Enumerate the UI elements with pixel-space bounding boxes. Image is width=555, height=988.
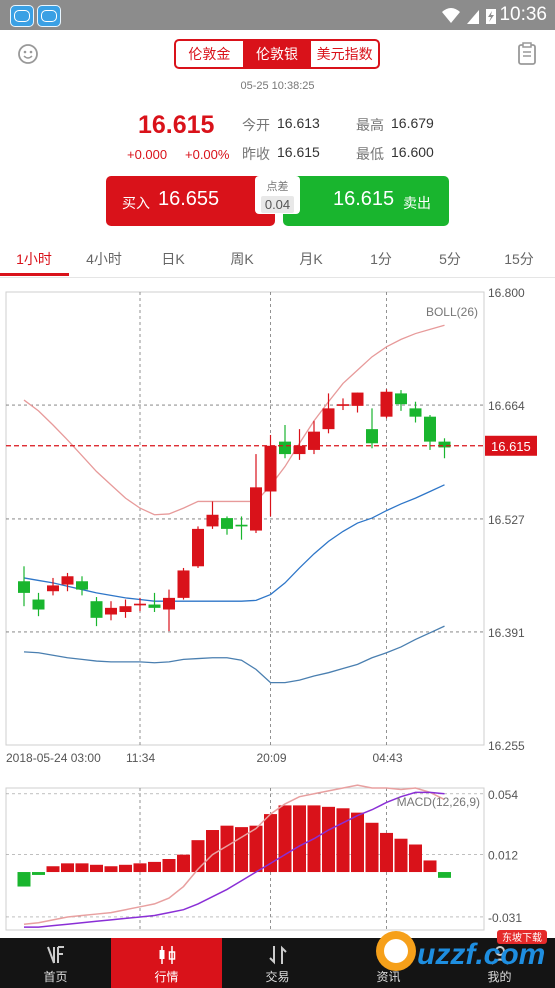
nav-trade[interactable]: 交易 <box>222 938 333 988</box>
candle <box>308 431 320 450</box>
macd-bar <box>365 822 379 873</box>
candle <box>61 576 74 585</box>
macd-bar <box>249 825 263 873</box>
macd-bar <box>133 863 147 873</box>
candle <box>337 404 349 406</box>
macd-bar <box>278 805 292 873</box>
candle <box>148 604 161 608</box>
candle <box>424 416 436 442</box>
macd-bar <box>61 863 74 873</box>
nav-trade-label: 交易 <box>265 970 290 984</box>
watermark-logo: uzzf.com 东坡下载 <box>376 930 547 971</box>
candle <box>47 585 59 592</box>
y-tick-label: 16.391 <box>488 626 525 640</box>
candle <box>119 606 132 613</box>
current-price-tag-label: 16.615 <box>491 439 531 454</box>
candle <box>293 445 306 455</box>
candle <box>206 514 219 527</box>
macd-y-tick-label: 0.054 <box>488 788 518 802</box>
macd-bar <box>191 840 205 873</box>
candle <box>76 581 88 590</box>
trade-icon <box>268 945 287 965</box>
macd-bar <box>177 854 190 873</box>
candle <box>177 570 190 598</box>
main-chart-frame <box>5 291 485 746</box>
nav-market-label: 行情 <box>154 970 179 984</box>
x-tick-label: 20:09 <box>257 751 287 765</box>
candle <box>221 518 233 529</box>
candle <box>90 601 103 618</box>
candle <box>279 441 291 455</box>
candle <box>409 408 422 417</box>
macd-bar <box>423 860 437 873</box>
indicator-label: BOLL(26) <box>426 305 478 319</box>
macd-bar <box>409 844 422 873</box>
candle <box>366 429 378 444</box>
candle <box>250 487 262 531</box>
nav-market[interactable]: 行情 <box>111 938 222 988</box>
boll-lower-line <box>23 625 445 684</box>
macd-y-tick-label: -0.031 <box>488 911 522 925</box>
nav-home[interactable]: 首页 <box>0 938 111 988</box>
macd-bar <box>75 863 89 873</box>
charts-area[interactable]: 16.800 16.664 16.527 16.391 16.255 2018-05-24… <box>0 0 555 938</box>
candle <box>163 597 175 610</box>
macd-bar <box>336 808 350 873</box>
macd-bar <box>394 838 408 873</box>
macd-bar <box>148 861 161 873</box>
y-tick-label: 16.800 <box>488 286 525 300</box>
candle <box>322 408 335 430</box>
candle <box>32 599 45 610</box>
candle <box>235 524 248 527</box>
macd-bar <box>351 812 364 873</box>
macd-bar <box>438 872 451 878</box>
x-tick-label: 04:43 <box>373 751 403 765</box>
nav-home-label: 首页 <box>43 970 68 984</box>
macd-bar <box>206 830 219 873</box>
candle <box>134 603 146 606</box>
candle <box>380 391 393 417</box>
candle <box>264 445 277 492</box>
candle <box>395 393 407 405</box>
candle <box>105 607 117 615</box>
boll-upper-line <box>23 324 445 516</box>
macd-bar <box>90 864 103 873</box>
y-tick-label: 16.255 <box>488 739 525 753</box>
x-tick-label: 11:34 <box>126 751 155 765</box>
macd-bar <box>162 859 176 873</box>
candle <box>438 441 451 448</box>
candle <box>18 581 30 593</box>
macd-bar <box>104 866 118 873</box>
macd-bar <box>17 872 31 887</box>
macd-bar <box>380 832 393 873</box>
candle <box>192 528 204 567</box>
macd-bar <box>32 872 45 875</box>
home-logo-icon <box>46 946 64 964</box>
y-tick-label: 16.527 <box>488 513 525 527</box>
candlestick-icon <box>159 946 175 964</box>
x-tick-label: 2018-05-24 03:00 <box>6 751 101 765</box>
candle <box>351 392 364 406</box>
macd-indicator-label: MACD(12,26,9) <box>397 795 480 809</box>
macd-bar <box>46 866 60 873</box>
watermark-tag: 东坡下载 <box>502 931 542 944</box>
macd-bar <box>293 805 306 873</box>
y-tick-label: 16.664 <box>488 399 525 413</box>
macd-bar <box>322 806 335 873</box>
macd-bar <box>119 864 132 873</box>
macd-y-tick-label: 0.012 <box>488 849 518 863</box>
